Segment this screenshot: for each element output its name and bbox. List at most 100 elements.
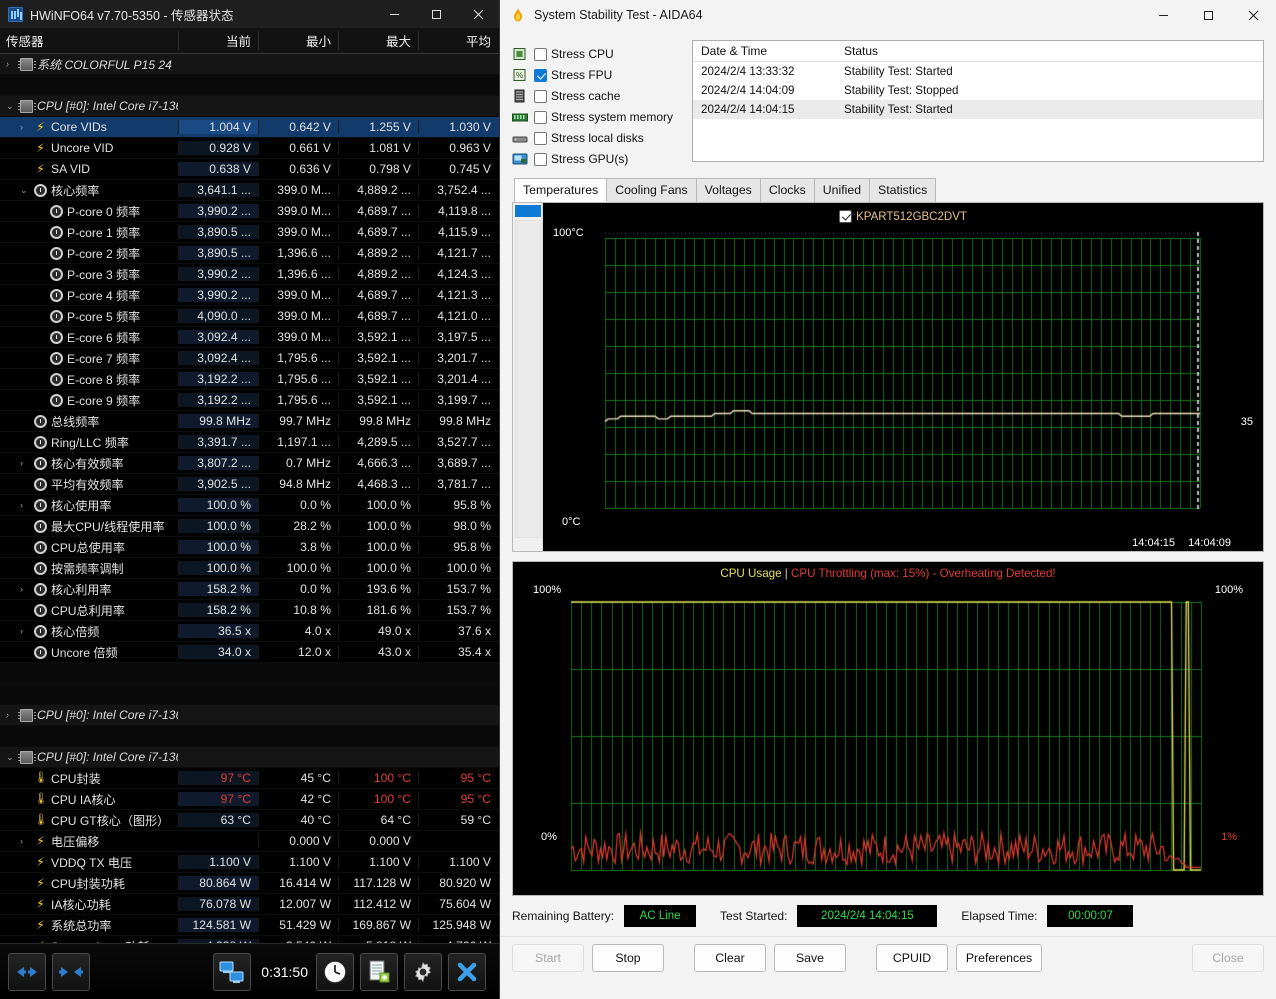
close-icon[interactable] (1231, 0, 1276, 30)
stress-option-stress-system-memory[interactable]: Stress system memory (512, 107, 682, 127)
expand-arrow-icon[interactable]: › (20, 626, 30, 636)
sensor-group-row[interactable]: ›系统 COLORFUL P15 24 (0, 54, 500, 75)
clock-icon[interactable] (316, 953, 354, 991)
table-row[interactable]: CPU总利用率158.2 %10.8 %181.6 %153.7 % (0, 600, 500, 621)
legend-checkbox[interactable] (839, 210, 852, 223)
expand-arrow-icon[interactable]: › (20, 458, 30, 468)
column-header-current[interactable]: 当前 (178, 31, 258, 50)
expand-arrow-icon[interactable]: ⌄ (6, 101, 16, 112)
close-icon[interactable] (448, 953, 486, 991)
sensor-group-row[interactable]: ⌄CPU [#0]: Intel Core i7-13620H: Enhance… (0, 747, 500, 768)
table-row[interactable]: ⌄核心频率3,641.1 ...399.0 M...4,889.2 ...3,7… (0, 180, 500, 201)
table-row[interactable]: P-core 5 频率4,090.0 ...399.0 M...4,689.7 … (0, 306, 500, 327)
save-button[interactable]: Save (774, 944, 846, 972)
scrollbar-thumb[interactable] (515, 205, 541, 217)
table-row[interactable]: Ring/LLC 频率3,391.7 ...1,197.1 ...4,289.5… (0, 432, 500, 453)
tab-voltages[interactable]: Voltages (696, 178, 761, 202)
table-row[interactable]: ›⚡Core VIDs1.004 V0.642 V1.255 V1.030 V (0, 117, 500, 138)
tab-clocks[interactable]: Clocks (760, 178, 815, 202)
table-row[interactable]: ›核心使用率100.0 %0.0 %100.0 %95.8 % (0, 495, 500, 516)
table-row[interactable]: ⚡Uncore VID0.928 V0.661 V1.081 V0.963 V (0, 138, 500, 159)
table-row[interactable]: 🌡CPU封装97 °C45 °C100 °C95 °C (0, 768, 500, 789)
tab-statistics[interactable]: Statistics (869, 178, 936, 202)
tab-cooling-fans[interactable]: Cooling Fans (606, 178, 696, 202)
scrollbar-track[interactable] (515, 220, 541, 538)
stress-checkbox[interactable] (534, 48, 547, 61)
maximize-icon[interactable] (1186, 0, 1231, 30)
stress-option-stress-local-disks[interactable]: Stress local disks (512, 128, 682, 148)
minimize-icon[interactable] (373, 0, 415, 28)
table-row[interactable]: E-core 7 频率3,092.4 ...1,795.6 ...3,592.1… (0, 348, 500, 369)
table-row[interactable]: 🌡CPU IA核心97 °C42 °C100 °C95 °C (0, 789, 500, 810)
report-icon[interactable] (360, 953, 398, 991)
stress-option-stress-gpu-s[interactable]: Stress GPU(s) (512, 149, 682, 169)
log-row[interactable]: 2024/2/4 14:04:15Stability Test: Started (693, 100, 1263, 119)
stress-checkbox[interactable] (534, 111, 547, 124)
expand-arrow-icon[interactable]: › (20, 122, 30, 132)
expand-arrow-icon[interactable]: › (20, 500, 30, 510)
table-row[interactable]: ›核心有效频率3,807.2 ...0.7 MHz4,666.3 ...3,68… (0, 453, 500, 474)
remote-monitor-icon[interactable] (213, 953, 251, 991)
log-column-status[interactable]: Status (838, 44, 1241, 58)
log-row[interactable]: 2024/2/4 13:33:32Stability Test: Started (693, 62, 1263, 81)
log-column-datetime[interactable]: Date & Time (693, 44, 838, 58)
clear-button[interactable]: Clear (694, 944, 766, 972)
table-row[interactable]: E-core 6 频率3,092.4 ...399.0 M...3,592.1 … (0, 327, 500, 348)
stress-checkbox[interactable] (534, 69, 547, 82)
table-row[interactable]: ⚡IA核心功耗76.078 W12.007 W112.412 W75.604 W (0, 894, 500, 915)
event-log[interactable]: Date & Time Status 2024/2/4 13:33:32Stab… (692, 40, 1264, 162)
close-icon[interactable] (457, 0, 499, 28)
column-header-max[interactable]: 最大 (338, 31, 418, 50)
column-header-min[interactable]: 最小 (258, 31, 338, 50)
log-row[interactable]: 2024/2/4 14:04:09Stability Test: Stopped (693, 81, 1263, 100)
stress-option-stress-fpu[interactable]: %Stress FPU (512, 65, 682, 85)
table-row[interactable]: P-core 0 频率3,990.2 ...399.0 M...4,689.7 … (0, 201, 500, 222)
table-row[interactable]: P-core 1 频率3,890.5 ...399.0 M...4,689.7 … (0, 222, 500, 243)
minimize-icon[interactable] (1141, 0, 1186, 30)
tab-temperatures[interactable]: Temperatures (514, 178, 607, 202)
table-row[interactable]: P-core 4 频率3,990.2 ...399.0 M...4,689.7 … (0, 285, 500, 306)
table-row[interactable]: ⚡VDDQ TX 电压1.100 V1.100 V1.100 V1.100 V (0, 852, 500, 873)
table-row[interactable]: 最大CPU/线程使用率100.0 %28.2 %100.0 %98.0 % (0, 516, 500, 537)
stress-option-stress-cpu[interactable]: Stress CPU (512, 44, 682, 64)
stress-checkbox[interactable] (534, 153, 547, 166)
expand-arrow-icon[interactable]: ⌄ (20, 185, 30, 196)
temperature-legend[interactable]: KPART512GBC2DVT (839, 210, 967, 223)
table-row[interactable]: ⚡SA VID0.638 V0.636 V0.798 V0.745 V (0, 159, 500, 180)
table-row[interactable]: ⚡CPU封装功耗80.864 W16.414 W117.128 W80.920 … (0, 873, 500, 894)
expand-arrow-icon[interactable]: › (20, 836, 30, 846)
expand-arrow-icon[interactable]: › (6, 710, 16, 720)
collapse-icon[interactable] (52, 953, 90, 991)
stress-option-stress-cache[interactable]: Stress cache (512, 86, 682, 106)
maximize-icon[interactable] (415, 0, 457, 28)
stress-checkbox[interactable] (534, 132, 547, 145)
stress-checkbox[interactable] (534, 90, 547, 103)
column-header-avg[interactable]: 平均 (418, 31, 498, 50)
table-row[interactable]: 🌡CPU GT核心（图形）63 °C40 °C64 °C59 °C (0, 810, 500, 831)
stop-button[interactable]: Stop (592, 944, 664, 972)
table-row[interactable]: Uncore 倍频34.0 x12.0 x43.0 x35.4 x (0, 642, 500, 663)
table-row[interactable]: E-core 9 频率3,192.2 ...1,795.6 ...3,592.1… (0, 390, 500, 411)
table-row[interactable]: ›核心倍频36.5 x4.0 x49.0 x37.6 x (0, 621, 500, 642)
tab-unified[interactable]: Unified (814, 178, 870, 202)
sensor-group-row[interactable]: ⌄CPU [#0]: Intel Core i7-13620H (0, 96, 500, 117)
table-row[interactable]: 总线频率99.8 MHz99.7 MHz99.8 MHz99.8 MHz (0, 411, 500, 432)
preferences-button[interactable]: Preferences (956, 944, 1042, 972)
expand-arrow-icon[interactable]: › (6, 59, 16, 69)
table-row[interactable]: ›⚡电压偏移0.000 V0.000 V (0, 831, 500, 852)
column-header-sensor[interactable]: 传感器 (0, 31, 178, 50)
table-row[interactable]: ›核心利用率158.2 %0.0 %193.6 %153.7 % (0, 579, 500, 600)
table-row[interactable]: ⚡系统总功率124.581 W51.429 W169.867 W125.948 … (0, 915, 500, 936)
table-row[interactable]: 平均有效频率3,902.5 ...94.8 MHz4,468.3 ...3,78… (0, 474, 500, 495)
expand-arrow-icon[interactable]: ⌄ (6, 752, 16, 763)
table-row[interactable]: E-core 8 频率3,192.2 ...1,795.6 ...3,592.1… (0, 369, 500, 390)
table-row[interactable]: CPU总使用率100.0 %3.8 %100.0 %95.8 % (0, 537, 500, 558)
settings-icon[interactable] (404, 953, 442, 991)
temperature-graph-scrollbar[interactable] (513, 203, 543, 551)
cpuid-button[interactable]: CPUID (876, 944, 948, 972)
table-row[interactable]: P-core 2 频率3,890.5 ...1,396.6 ...4,889.2… (0, 243, 500, 264)
table-row[interactable]: 按需频率调制100.0 %100.0 %100.0 %100.0 % (0, 558, 500, 579)
sensor-group-row[interactable]: ›CPU [#0]: Intel Core i7-13620H: DTS (0, 705, 500, 726)
expand-arrow-icon[interactable]: › (20, 584, 30, 594)
expand-collapse-icon[interactable] (8, 953, 46, 991)
